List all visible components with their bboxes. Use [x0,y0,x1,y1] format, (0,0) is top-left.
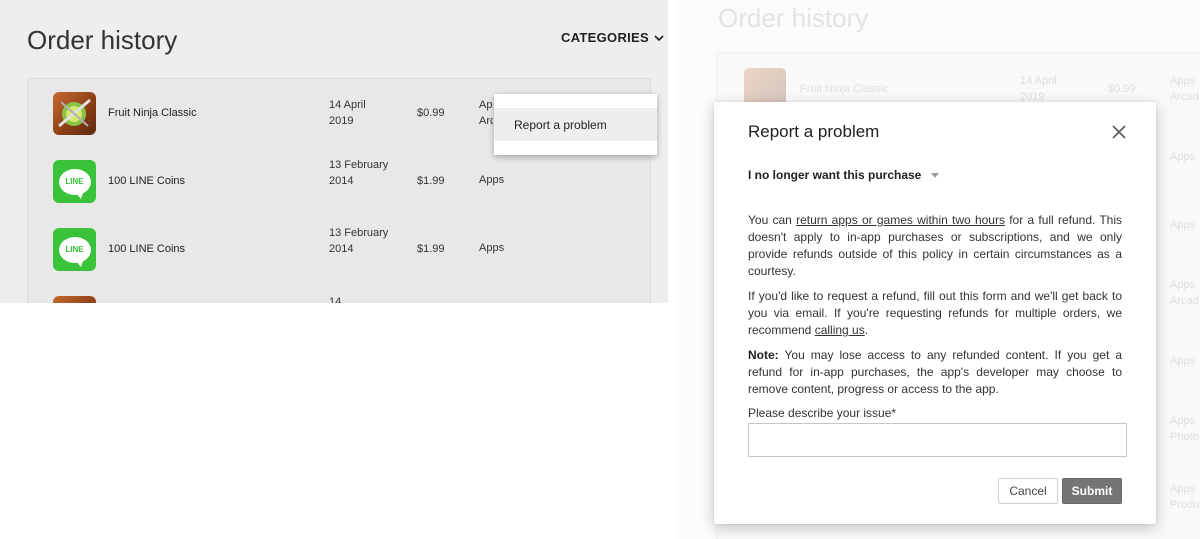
order-name-faded: Fruit Ninja Classic [800,83,889,95]
order-date-faded: 14 April 2019 [1020,75,1057,103]
page-title-faded: Order history [718,3,869,33]
line-icon-text: LINE [58,236,91,267]
app-icon [53,296,96,303]
order-category: Apps Arc [479,99,493,127]
request-text-start: If you'd like to request a refund, fill … [748,289,1122,337]
categories-label: CATEGORIES [561,30,649,45]
policy-text-start: You can [748,213,797,227]
line-icon: LINE [53,228,96,271]
order-date: 13 February 2014 [329,159,389,187]
order-price: $1.99 [417,175,445,187]
order-row[interactable]: LINE 100 LINE Coins 13 February 2014 $1.… [28,215,650,283]
line-icon: LINE [53,160,96,203]
order-category-faded: Apps [1170,219,1196,231]
report-problem-dialog: Report a problem I no longer want this p… [714,102,1156,524]
order-name: 100 LINE Coins [108,175,186,187]
order-category-faded: Apps Photo [1170,415,1199,443]
order-name: 100 LINE Coins [108,243,186,255]
calling-us-link[interactable]: calling us [815,323,865,337]
order-category-faded: Apps Arcad [1170,279,1199,307]
note-body: You may lose access to any refunded cont… [748,348,1122,396]
order-row[interactable]: 14 [28,283,650,303]
cancel-button[interactable]: Cancel [998,478,1058,504]
page-title: Order history [27,25,178,55]
reason-label: I no longer want this purchase [748,168,922,182]
reason-dropdown[interactable]: I no longer want this purchase [748,168,940,182]
order-category: Apps [479,242,505,254]
order-category-faded: Apps Arcad [1170,75,1199,103]
return-policy-link[interactable]: return apps or games within two hours [796,213,1005,227]
order-history-panel: Order history CATEGORIES Fruit Ninja Cla… [0,0,668,303]
submit-button[interactable]: Submit [1062,478,1122,504]
categories-dropdown[interactable]: CATEGORIES [561,30,665,45]
order-category-faded: Apps [1170,355,1196,367]
note-label: Note: [748,348,779,362]
order-date: 13 February 2014 [329,227,389,255]
order-price: $1.99 [417,243,445,255]
note-text: Note: You may lose access to any refunde… [748,347,1122,398]
issue-field-label: Please describe your issue* [748,406,897,420]
caret-down-icon [931,172,940,178]
order-price-faded: $0.99 [1108,83,1136,95]
order-date: 14 [329,296,342,303]
row-context-menu: Report a problem [494,94,657,155]
order-category: Apps [479,174,505,186]
order-category-faded: Apps [1170,151,1196,163]
issue-input[interactable] [748,423,1127,457]
dialog-title: Report a problem [748,122,880,141]
order-row[interactable]: LINE 100 LINE Coins 13 February 2014 $1.… [28,147,650,215]
order-date: 14 April 2019 [329,99,366,127]
order-name: Fruit Ninja Classic [108,107,197,119]
refund-policy-text: You can return apps or games within two … [748,212,1122,280]
line-icon-text: LINE [58,168,91,199]
fruit-ninja-icon [53,92,96,135]
report-problem-menu-item[interactable]: Report a problem [494,108,657,141]
order-price: $0.99 [417,107,445,119]
request-refund-text: If you'd like to request a refund, fill … [748,288,1122,339]
chevron-down-icon [654,34,664,41]
order-category-faded: Apps Produ [1170,483,1200,511]
close-icon[interactable] [1110,123,1128,141]
request-text-end: . [864,323,869,337]
